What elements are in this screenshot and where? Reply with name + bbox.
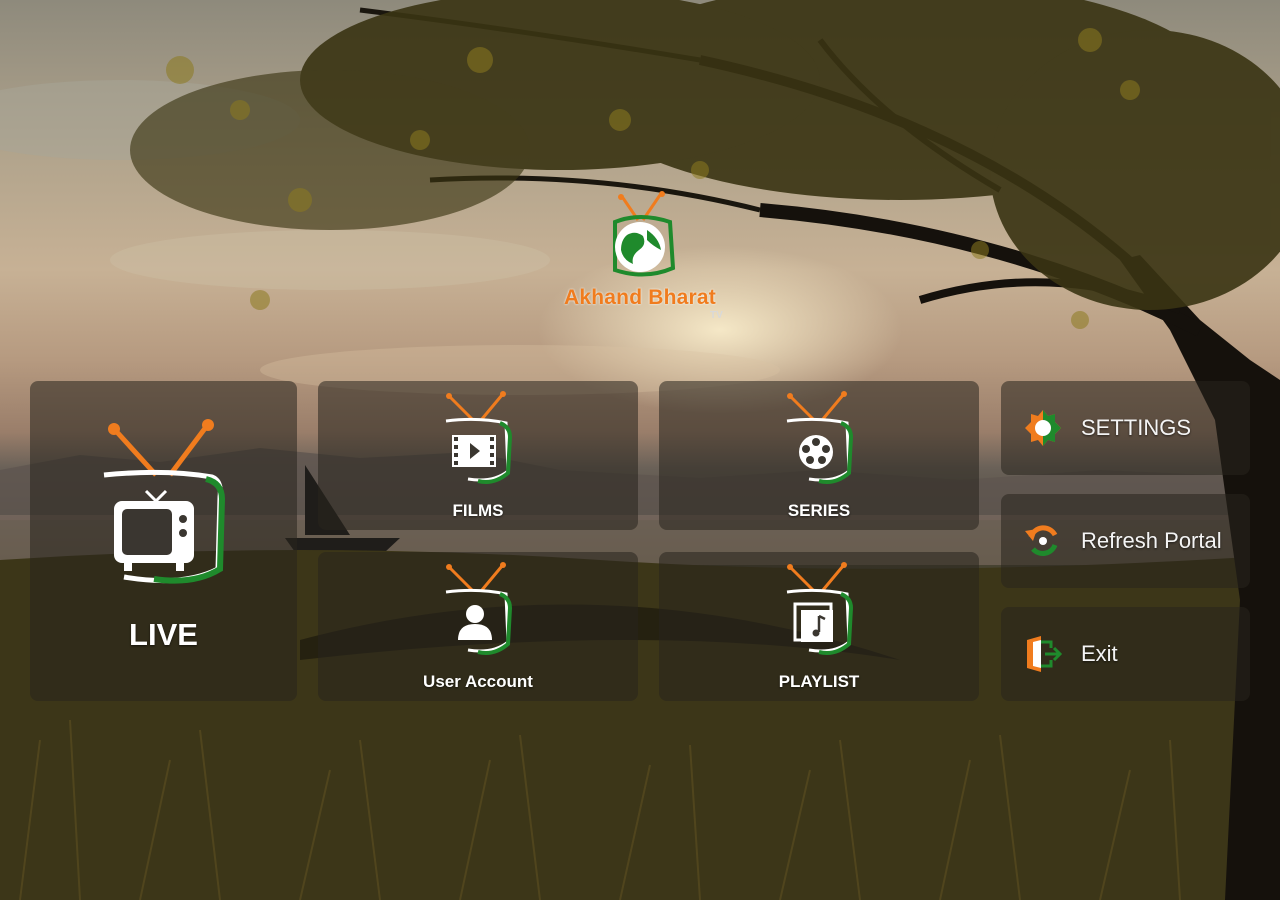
- series-tile[interactable]: SERIES: [659, 381, 979, 530]
- playlist-label: PLAYLIST: [778, 672, 860, 691]
- user-account-tile[interactable]: User Account: [318, 552, 638, 701]
- settings-label: SETTINGS: [1081, 415, 1192, 440]
- live-tile[interactable]: LIVE: [30, 381, 297, 701]
- series-label: SERIES: [787, 501, 851, 520]
- refresh-icon: [1025, 525, 1058, 556]
- playlist-tile[interactable]: PLAYLIST: [659, 552, 979, 701]
- settings-button[interactable]: SETTINGS: [1001, 381, 1250, 475]
- exit-icon: [1027, 636, 1063, 672]
- film-icon: [445, 391, 513, 484]
- live-label: LIVE: [129, 617, 198, 652]
- tv-icon: [103, 419, 225, 584]
- refresh-portal-label: Refresh Portal: [1081, 528, 1222, 553]
- exit-button[interactable]: Exit: [1001, 607, 1250, 701]
- brand-name: Akhand Bharat: [564, 286, 716, 309]
- user-icon: [445, 562, 513, 655]
- films-tile[interactable]: FILMS: [318, 381, 638, 530]
- film-reel-icon: [786, 391, 854, 484]
- exit-label: Exit: [1081, 641, 1118, 666]
- gear-icon: [1025, 410, 1061, 446]
- brand-logo: Akhand Bharat TV: [535, 190, 745, 330]
- user-account-label: User Account: [423, 672, 533, 691]
- brand-subtitle: TV: [710, 310, 723, 321]
- music-playlist-icon: [786, 562, 854, 655]
- refresh-portal-button[interactable]: Refresh Portal: [1001, 494, 1250, 588]
- films-label: FILMS: [452, 501, 504, 520]
